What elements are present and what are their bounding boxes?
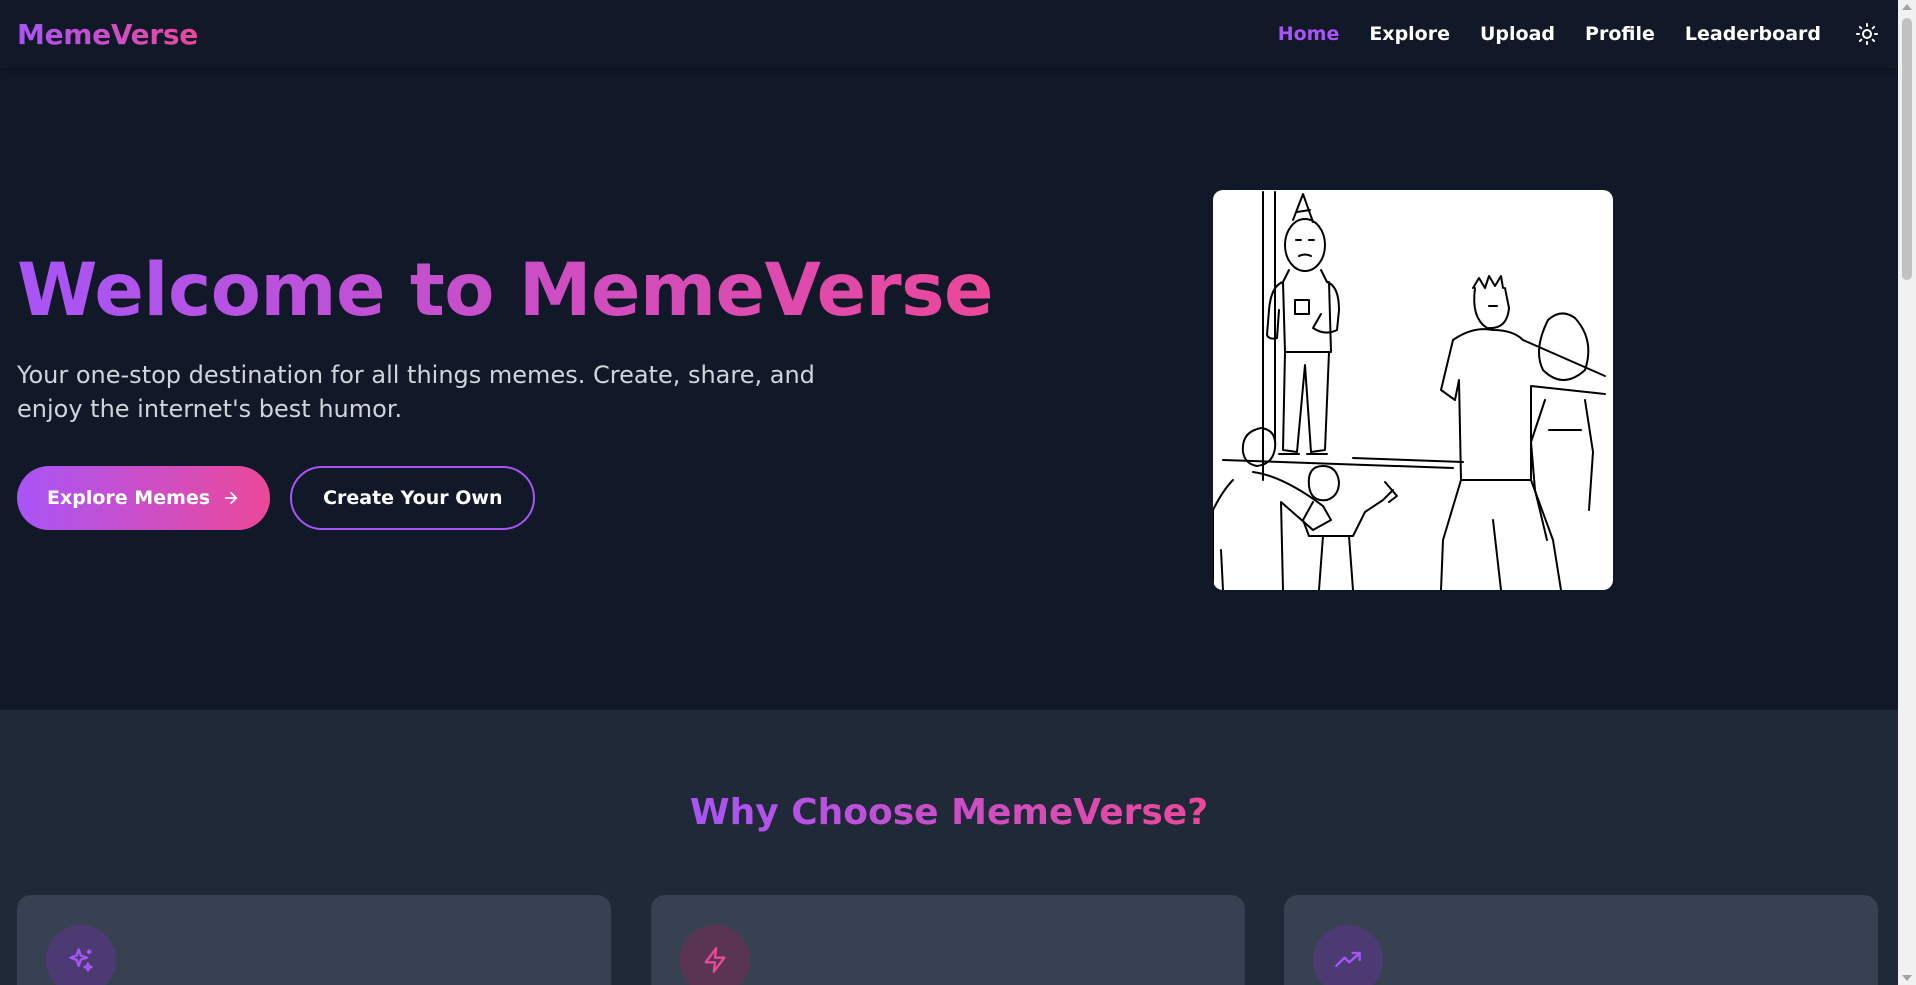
- create-your-own-button[interactable]: Create Your Own: [290, 466, 536, 530]
- features-title-text: Why Choose MemeVerse?: [689, 792, 1209, 833]
- meme-image[interactable]: [1213, 190, 1613, 590]
- meme-illustration: [1213, 191, 1606, 590]
- hero-subtitle: Your one-stop destination for all things…: [17, 361, 815, 423]
- page: MemeVerse Home Explore Upload Profile Le…: [0, 0, 1898, 985]
- nav-link-leaderboard[interactable]: Leaderboard: [1685, 23, 1821, 45]
- feature-icon-badge-2: [680, 925, 750, 985]
- navbar: MemeVerse Home Explore Upload Profile Le…: [0, 0, 1898, 68]
- trending-up-icon: [1335, 951, 1361, 967]
- brand-logo[interactable]: MemeVerse: [17, 18, 198, 51]
- scroll-up-icon[interactable]: [1902, 4, 1912, 10]
- scroll-down-icon[interactable]: [1902, 975, 1912, 981]
- lightning-icon: [704, 947, 726, 973]
- sparkles-icon: [69, 948, 93, 972]
- sun-icon: [1856, 23, 1878, 45]
- nav-link-explore[interactable]: Explore: [1369, 23, 1450, 45]
- hero-section: Welcome to MemeVerse Your one-stop desti…: [0, 68, 1898, 710]
- feature-card-3: [1284, 895, 1878, 985]
- hero-buttons: Explore Memes Create Your Own: [17, 466, 536, 530]
- vertical-scrollbar[interactable]: [1898, 0, 1916, 985]
- nav-link-home[interactable]: Home: [1278, 23, 1340, 45]
- arrow-right-icon: [222, 489, 240, 507]
- feature-card-2: [651, 895, 1245, 985]
- features-section: Why Choose MemeVerse?: [0, 710, 1898, 985]
- nav-link-profile[interactable]: Profile: [1585, 23, 1655, 45]
- feature-icon-badge-3: [1313, 925, 1383, 985]
- feature-card-1: [17, 895, 611, 985]
- hero-title: Welcome to MemeVerse: [17, 248, 994, 333]
- explore-memes-button[interactable]: Explore Memes: [17, 466, 271, 530]
- scroll-thumb[interactable]: [1902, 18, 1912, 280]
- features-title: Why Choose MemeVerse?: [0, 792, 1898, 833]
- theme-toggle-button[interactable]: [1853, 20, 1881, 48]
- nav-links: Home Explore Upload Profile Leaderboard: [1248, 20, 1881, 48]
- explore-memes-label: Explore Memes: [47, 487, 211, 509]
- feature-icon-badge-1: [46, 925, 116, 985]
- nav-link-upload[interactable]: Upload: [1480, 23, 1555, 45]
